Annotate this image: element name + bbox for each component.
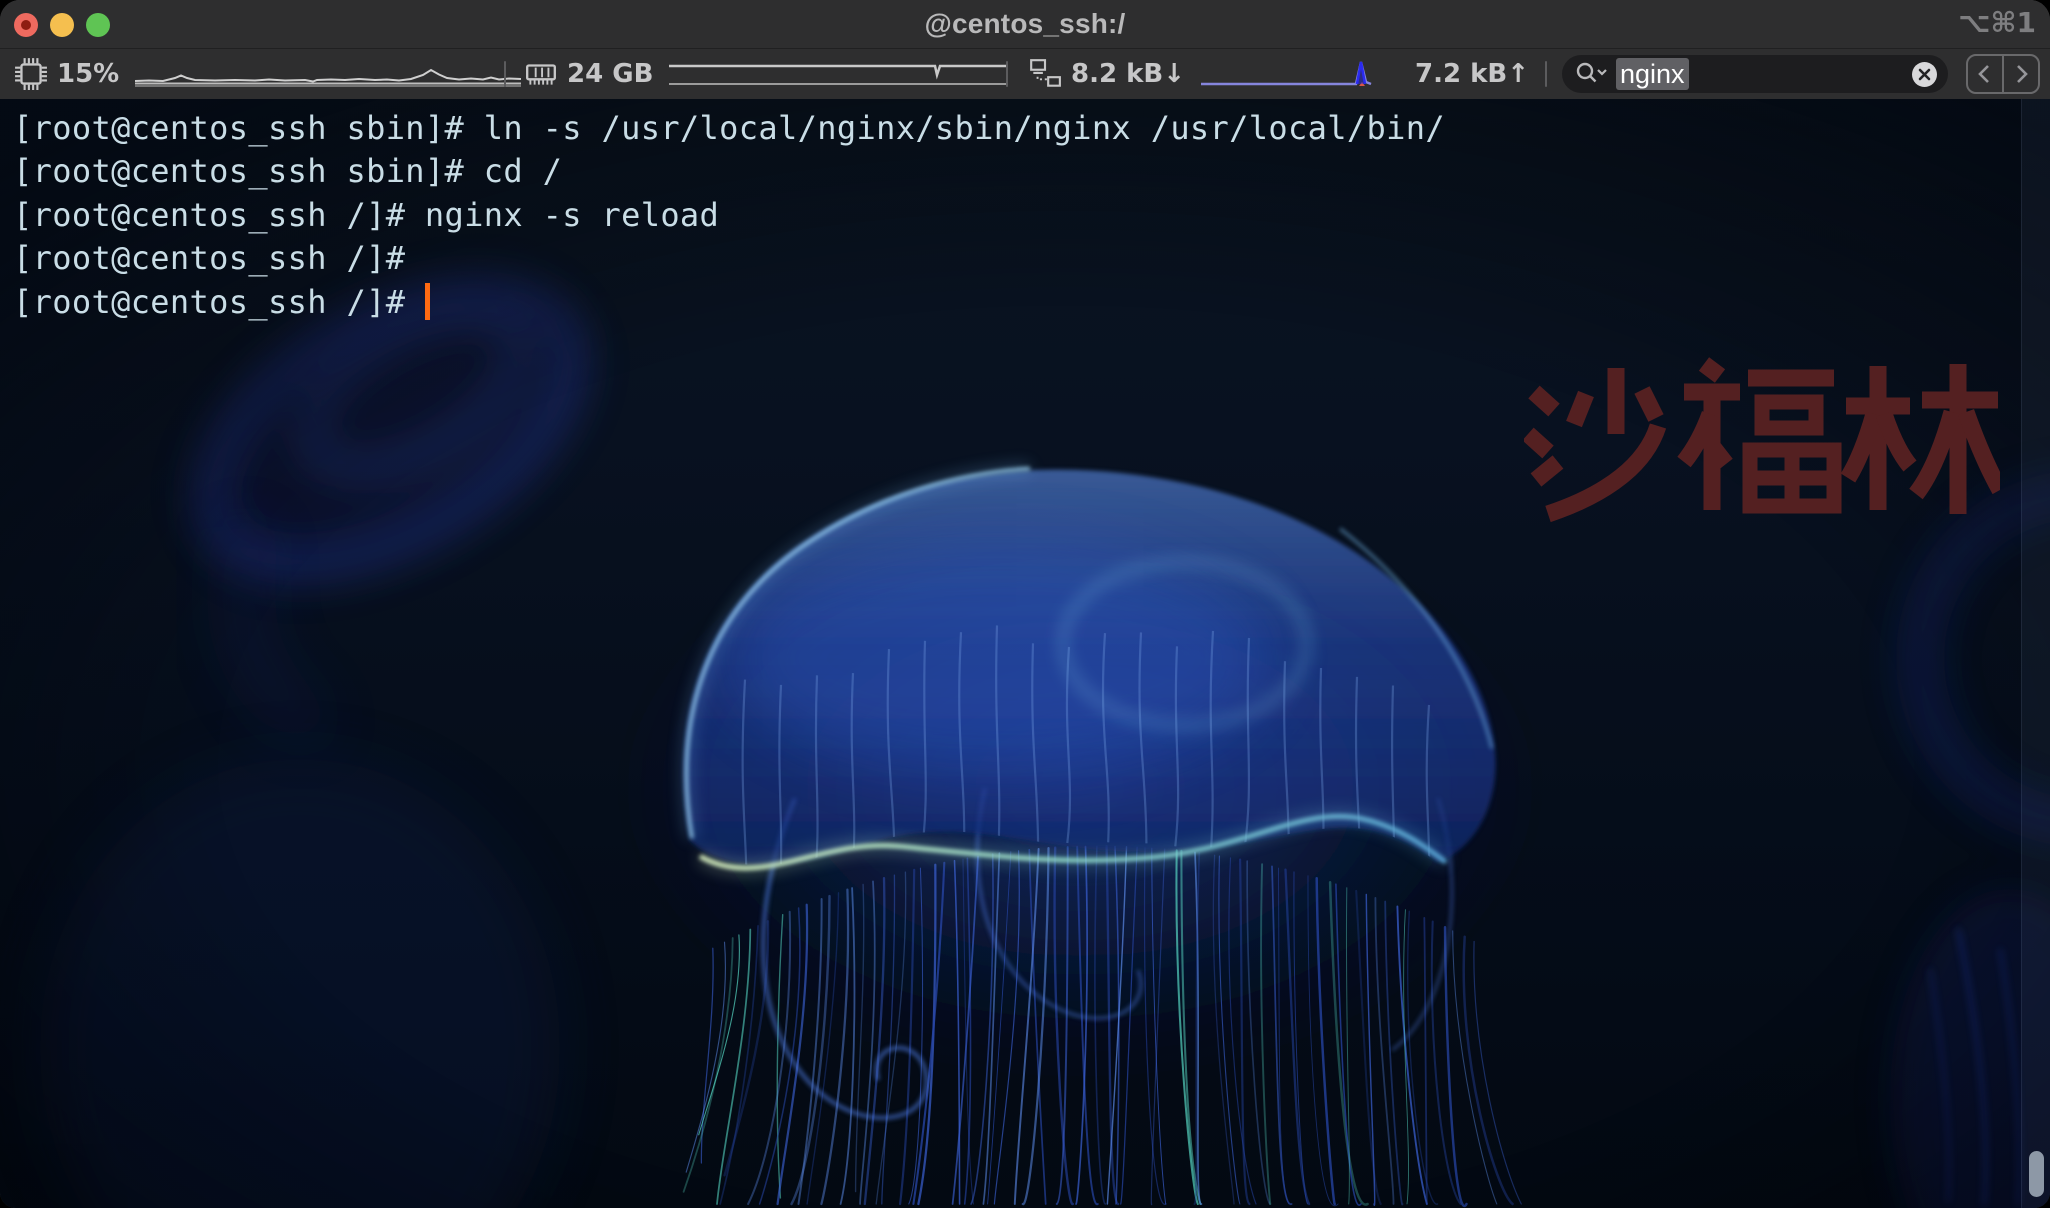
memory-icon xyxy=(526,64,556,85)
watermark-text: 沙福林 xyxy=(1524,357,2000,523)
terminal-line: [root@centos_ssh /]# nginx -s reload xyxy=(13,195,720,234)
search-input[interactable]: nginx xyxy=(1562,55,1948,93)
cpu-chip-icon xyxy=(15,58,47,90)
terminal-line: [root@centos_ssh sbin]# cd / xyxy=(13,152,563,191)
chevron-right-icon xyxy=(2017,65,2028,83)
network-down-label: 8.2 kB↓ xyxy=(1071,59,1186,89)
statusbar-divider xyxy=(1545,61,1547,87)
chevron-left-icon xyxy=(1978,65,1989,83)
network-status: 8.2 kB↓ 7.2 kB↑ xyxy=(1028,49,1529,99)
scrollbar-thumb[interactable] xyxy=(2029,1151,2044,1197)
next-match-button[interactable] xyxy=(2002,56,2038,92)
terminal-window: @centos_ssh:/ ⌥⌘1 15% 24 GB 8.2 kB↓ 7.2 … xyxy=(0,0,2050,1208)
memory-usage-label: 24 GB xyxy=(567,59,654,89)
terminal-line: [root@centos_ssh /]# xyxy=(13,281,1445,324)
search-icon[interactable] xyxy=(1574,59,1608,89)
terminal-line: [root@centos_ssh sbin]# ln -s /usr/local… xyxy=(13,109,1445,147)
status-bar: 15% 24 GB 8.2 kB↓ 7.2 kB↑ nginx xyxy=(0,49,2050,99)
cpu-status: 15% xyxy=(14,49,522,99)
cpu-graph xyxy=(135,68,522,87)
memory-status: 24 GB xyxy=(524,49,1008,99)
clear-search-button[interactable] xyxy=(1911,61,1938,88)
search-navigation xyxy=(1966,54,2040,94)
terminal-output: [root@centos_ssh sbin]# ln -s /usr/local… xyxy=(13,107,1445,324)
search-query-text[interactable]: nginx xyxy=(1616,58,1689,90)
previous-match-button[interactable] xyxy=(1968,56,2002,92)
terminal-screen[interactable]: 沙福林 xyxy=(0,99,2050,1208)
network-icon xyxy=(1030,59,1061,87)
scrollbar-track[interactable] xyxy=(2021,99,2050,1208)
cpu-usage-label: 15% xyxy=(57,59,120,89)
network-graph xyxy=(1201,61,1372,86)
terminal-cursor xyxy=(424,282,430,320)
title-bar: @centos_ssh:/ ⌥⌘1 xyxy=(0,0,2050,49)
circle-x-icon xyxy=(1912,61,1937,87)
statusbar-divider xyxy=(1006,61,1008,87)
window-shortcut-indicator: ⌥⌘1 xyxy=(1958,6,2036,39)
network-up-label: 7.2 kB↑ xyxy=(1415,59,1530,89)
terminal-line: [root@centos_ssh /]# xyxy=(13,239,406,278)
window-title: @centos_ssh:/ xyxy=(924,8,1126,39)
memory-graph xyxy=(669,64,1008,85)
statusbar-divider xyxy=(504,61,506,87)
